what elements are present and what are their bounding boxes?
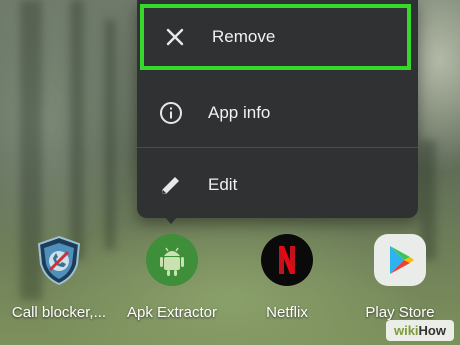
app-label: Call blocker,... (11, 304, 107, 321)
background-tree (105, 20, 115, 250)
app-label: Play Store (365, 304, 435, 321)
watermark-how: How (418, 323, 446, 338)
background-tree (70, 0, 84, 260)
menu-divider (137, 147, 418, 148)
call-blocker-shield-icon (33, 234, 85, 286)
app-apk-extractor[interactable]: Apk Extractor (117, 234, 227, 321)
netflix-n-icon (261, 234, 313, 286)
app-info-label: App info (208, 103, 271, 122)
remove-menu-item[interactable]: Remove (140, 4, 411, 70)
remove-label: Remove (212, 27, 276, 46)
app-call-blocker[interactable]: Call blocker,... (4, 234, 114, 321)
edit-menu-item[interactable]: Edit (137, 149, 418, 221)
app-play-store[interactable]: Play Store (345, 234, 455, 321)
play-store-icon (374, 234, 426, 286)
pencil-icon (162, 177, 179, 194)
close-icon (166, 28, 184, 46)
app-netflix[interactable]: Netflix (232, 234, 342, 321)
app-info-menu-item[interactable]: App info (137, 77, 418, 149)
info-icon (160, 102, 182, 124)
app-context-menu: Remove App info Edit (137, 0, 418, 218)
wikihow-watermark: wikiHow (385, 320, 454, 341)
app-label: Netflix (266, 304, 308, 321)
android-robot-icon (146, 234, 198, 286)
watermark-wiki: wiki (393, 323, 419, 338)
edit-label: Edit (208, 175, 238, 194)
app-label: Apk Extractor (126, 304, 218, 321)
